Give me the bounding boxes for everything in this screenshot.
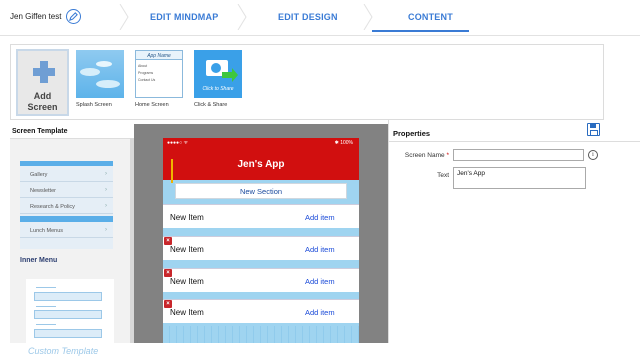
home-caption: Home Screen xyxy=(135,102,169,108)
app-header: ●●●●○ ᯤ ✱ 100% Jen's App xyxy=(163,138,359,183)
phone-footer xyxy=(163,326,359,343)
required-marker: * xyxy=(446,152,449,159)
list-item-label: Research & Policy xyxy=(30,204,75,210)
delete-icon[interactable]: × xyxy=(164,269,172,277)
click-thumb-title: Click to Share xyxy=(202,86,234,92)
text-field[interactable]: Jen's App xyxy=(453,167,586,189)
phone-preview: ●●●●○ ᯤ ✱ 100% Jen's App New Section New… xyxy=(163,138,359,343)
add-label-line1: Add xyxy=(33,91,52,101)
signal-indicator: ●●●●○ ᯤ xyxy=(167,140,189,146)
home-thumb-row: Contact Us xyxy=(138,78,156,82)
add-label-line2: Screen xyxy=(27,102,58,112)
chevron-right-icon: › xyxy=(105,187,107,193)
edit-pencil-icon[interactable] xyxy=(66,9,81,24)
list-item[interactable]: × New Item Add item xyxy=(163,236,359,260)
click-share-thumb[interactable]: Click to Share xyxy=(194,50,242,98)
delete-icon[interactable]: × xyxy=(164,237,172,245)
tab-edit-mindmap[interactable]: EDIT MINDMAP xyxy=(150,12,218,22)
chevron-right-icon: › xyxy=(105,171,107,177)
save-icon[interactable] xyxy=(587,123,600,136)
add-item-link[interactable]: Add item xyxy=(305,245,335,254)
inner-menu-label: Inner Menu xyxy=(20,257,58,264)
home-screen-thumb[interactable]: App Name About Programs Contact Us xyxy=(135,50,183,98)
item-label: New Item xyxy=(170,277,204,286)
add-item-link[interactable]: Add item xyxy=(305,308,335,317)
custom-template-label: Custom Template xyxy=(28,346,99,356)
list-item: Newsletter › xyxy=(20,183,113,198)
item-label: New Item xyxy=(170,245,204,254)
list-item: Research & Policy › xyxy=(20,199,113,214)
template-box xyxy=(34,329,102,338)
list-item[interactable]: New Item Add item xyxy=(163,204,359,228)
properties-panel: Properties Screen Name * i Text Jen's Ap… xyxy=(388,120,640,343)
list-item[interactable]: × New Item Add item xyxy=(163,268,359,292)
list-item-label: Lunch Menus xyxy=(30,228,64,234)
info-icon[interactable]: i xyxy=(588,150,598,160)
home-thumb-row: About xyxy=(138,64,148,68)
project-name: Jen Giffen test xyxy=(10,12,62,21)
home-thumb-row: Programs xyxy=(138,71,154,75)
app-title: Jen's App xyxy=(237,159,285,170)
item-label: New Item xyxy=(170,308,204,317)
text-label: Text xyxy=(437,172,449,179)
click-caption: Click & Share xyxy=(194,102,228,108)
template-top-bar xyxy=(20,161,113,166)
template-line xyxy=(36,306,56,307)
item-label: New Item xyxy=(170,213,204,222)
list-item-label: Newsletter xyxy=(30,188,56,194)
splash-screen-thumb[interactable] xyxy=(76,50,124,98)
panel-title: Screen Template xyxy=(12,128,68,135)
screen-name-input[interactable] xyxy=(453,149,584,161)
add-item-link[interactable]: Add item xyxy=(305,213,335,222)
screen-name-label-text: Screen Name xyxy=(404,152,445,159)
top-nav: Jen Giffen test EDIT MINDMAP EDIT DESIGN… xyxy=(0,0,640,36)
status-bar: ●●●●○ ᯤ ✱ 100% xyxy=(163,138,359,147)
chevron-right-icon: › xyxy=(105,203,107,209)
active-tab-indicator xyxy=(372,30,469,32)
list-item: Lunch Menus › xyxy=(20,223,113,238)
tab-divider-icon xyxy=(363,4,373,30)
properties-header: Properties xyxy=(389,120,640,142)
properties-title: Properties xyxy=(393,129,431,138)
screen-template-panel: Screen Template Gallery › Newsletter › Res… xyxy=(10,124,134,358)
add-item-link[interactable]: Add item xyxy=(305,277,335,286)
template-box xyxy=(34,310,102,319)
phone-preview-area: ●●●●○ ᯤ ✱ 100% Jen's App New Section New… xyxy=(134,124,388,343)
home-thumb-title: App Name xyxy=(136,51,182,60)
tab-edit-design[interactable]: EDIT DESIGN xyxy=(278,12,338,22)
template-divider xyxy=(20,216,113,222)
plus-icon-bar xyxy=(33,68,55,76)
template-line xyxy=(36,324,56,325)
template-box xyxy=(34,292,102,301)
tab-content[interactable]: CONTENT xyxy=(408,12,453,22)
tab-divider-icon xyxy=(119,4,129,30)
battery-indicator: ✱ 100% xyxy=(334,140,353,146)
list-item: Gallery › xyxy=(20,167,113,182)
section-header[interactable]: New Section xyxy=(175,183,347,199)
screen-name-label: Screen Name * xyxy=(389,152,449,159)
template-menu-preview[interactable]: Gallery › Newsletter › Research & Policy › … xyxy=(20,161,113,249)
template-list[interactable]: Gallery › Newsletter › Research & Policy › … xyxy=(10,138,134,358)
delete-icon[interactable]: × xyxy=(164,300,172,308)
add-screen-button[interactable]: Add Screen xyxy=(16,49,69,116)
add-screen-label: Add Screen xyxy=(18,91,67,113)
list-item[interactable]: × New Item Add item xyxy=(163,299,359,323)
list-item-label: Gallery xyxy=(30,172,48,178)
screen-strip: Add Screen Splash Screen App Name About … xyxy=(10,44,604,120)
template-line xyxy=(36,287,56,288)
cloud-icon xyxy=(80,61,120,88)
custom-template-preview[interactable]: Custom Template xyxy=(26,279,114,358)
splash-caption: Splash Screen xyxy=(76,102,112,108)
chevron-right-icon: › xyxy=(105,227,107,233)
tab-divider-icon xyxy=(237,4,247,30)
